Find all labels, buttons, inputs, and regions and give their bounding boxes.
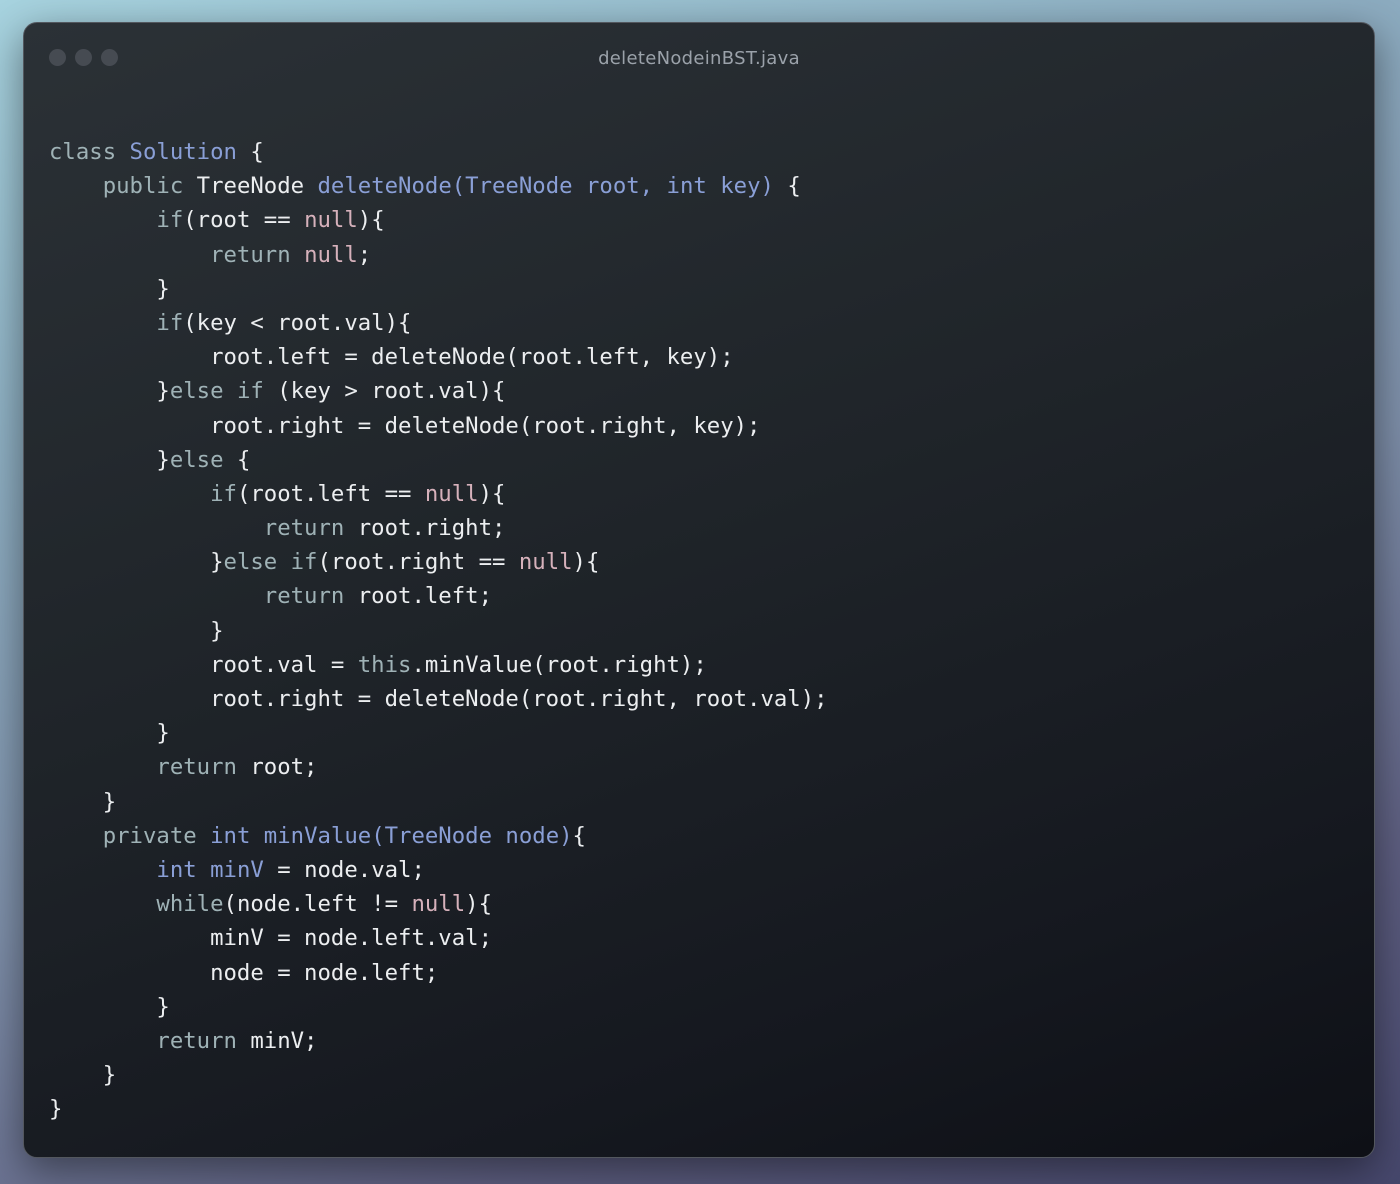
code-token: null xyxy=(424,480,479,507)
code-token: minV xyxy=(210,856,264,883)
code-token: } xyxy=(49,1096,63,1123)
code-token: if xyxy=(49,309,184,336)
code-token: minV = node.left.val; xyxy=(49,925,492,952)
code-token: { xyxy=(223,446,251,473)
code-line: private int minValue(TreeNode node){ xyxy=(49,819,828,853)
code-line: int minV = node.val; xyxy=(49,853,828,887)
code-window: deleteNodeinBST.java class Solution { pu… xyxy=(23,22,1375,1158)
code-token: else xyxy=(169,446,224,473)
code-token: else if xyxy=(169,378,264,405)
code-token: return xyxy=(49,1027,251,1054)
code-line: } xyxy=(49,716,828,750)
code-token: minV; xyxy=(250,1027,318,1054)
code-line: }else if(root.right == null){ xyxy=(49,545,828,579)
code-token: = node.val; xyxy=(263,856,425,883)
code-token: null xyxy=(411,891,466,918)
code-line: } xyxy=(49,1092,828,1126)
code-token: return xyxy=(49,754,251,781)
code-line: }else { xyxy=(49,443,828,477)
code-token: root.right; xyxy=(357,515,506,542)
code-token: } xyxy=(49,446,170,473)
code-line: root.right = deleteNode(root.right, root… xyxy=(49,682,828,716)
code-line: minV = node.left.val; xyxy=(49,921,828,955)
code-token: ){ xyxy=(478,480,506,507)
code-token: return xyxy=(49,241,305,268)
code-line: } xyxy=(49,272,828,306)
code-token: this xyxy=(357,651,412,678)
code-token: return xyxy=(49,515,358,542)
code-token: class xyxy=(49,139,130,165)
code-token: { xyxy=(773,173,801,200)
code-token: if xyxy=(49,207,184,234)
code-line: } xyxy=(49,1058,828,1092)
code-token: null xyxy=(518,549,573,576)
code-token: } xyxy=(49,993,170,1020)
code-line: root.right = deleteNode(root.right, key)… xyxy=(49,409,828,443)
code-token: (root.right == xyxy=(317,549,519,576)
code-token: else if xyxy=(223,549,318,576)
code-token: node = node.left; xyxy=(49,959,439,986)
code-token: root.left; xyxy=(357,583,492,610)
code-token: ){ xyxy=(465,891,493,918)
code-line: return null; xyxy=(49,238,828,272)
code-line: }else if (key > root.val){ xyxy=(49,374,828,408)
code-token: public xyxy=(49,173,197,200)
code-token: (key > root.val){ xyxy=(263,378,506,405)
code-line: } xyxy=(49,990,828,1024)
code-line: node = node.left; xyxy=(49,956,828,990)
code-token: null xyxy=(304,207,358,234)
code-token: (root.left == xyxy=(236,480,425,507)
code-token: root; xyxy=(250,754,318,781)
code-token: Solution xyxy=(129,139,237,165)
code-token: } xyxy=(49,1062,117,1089)
code-line: if(key < root.val){ xyxy=(49,306,828,340)
code-token: } xyxy=(49,549,224,576)
code-line: if(root.left == null){ xyxy=(49,477,828,511)
code-token: TreeNode xyxy=(196,173,318,200)
code-line: root.val = this.minValue(root.right); xyxy=(49,648,828,682)
code-line: root.left = deleteNode(root.left, key); xyxy=(49,340,828,374)
code-token: deleteNode(TreeNode root, int key) xyxy=(317,173,774,200)
code-token: private xyxy=(49,822,211,849)
code-token: } xyxy=(49,275,170,302)
code-block[interactable]: class Solution { public TreeNode deleteN… xyxy=(49,135,828,1126)
code-token: { xyxy=(236,139,264,165)
code-token: { xyxy=(572,822,586,849)
code-token: null xyxy=(304,241,358,268)
code-token: minValue(TreeNode node) xyxy=(263,822,573,849)
code-token: int xyxy=(49,856,211,883)
code-line: return root.left; xyxy=(49,579,828,613)
code-line: while(node.left != null){ xyxy=(49,887,828,921)
code-token: (key < root.val){ xyxy=(183,309,412,336)
code-token: int xyxy=(210,822,264,849)
title-bar: deleteNodeinBST.java xyxy=(24,23,1374,95)
code-token: } xyxy=(49,720,170,747)
code-token: (node.left != xyxy=(223,891,412,918)
code-token: return xyxy=(49,583,358,610)
code-line: return minV; xyxy=(49,1024,828,1058)
code-line: class Solution { xyxy=(49,135,828,169)
code-token: } xyxy=(49,617,224,644)
file-title: deleteNodeinBST.java xyxy=(598,48,800,69)
code-line: return root.right; xyxy=(49,511,828,545)
code-token: while xyxy=(49,891,224,918)
code-token: } xyxy=(49,378,170,405)
code-token: ){ xyxy=(357,207,385,234)
code-token: (root == xyxy=(183,207,305,234)
code-line: if(root == null){ xyxy=(49,203,828,237)
code-token: ){ xyxy=(572,549,600,576)
code-token: root.right = deleteNode(root.right, key)… xyxy=(49,412,761,439)
code-token: root.right = deleteNode(root.right, root… xyxy=(49,686,828,712)
code-line: } xyxy=(49,785,828,819)
code-line: } xyxy=(49,614,828,648)
code-token: root.left = deleteNode(root.left, key); xyxy=(49,344,734,371)
code-line: return root; xyxy=(49,750,828,784)
code-token: root.val = xyxy=(49,651,358,678)
code-token: .minValue(root.right); xyxy=(411,651,707,678)
code-token: ; xyxy=(357,241,372,268)
code-token: } xyxy=(49,788,117,815)
code-token: if xyxy=(49,480,237,507)
code-line: public TreeNode deleteNode(TreeNode root… xyxy=(49,169,828,203)
